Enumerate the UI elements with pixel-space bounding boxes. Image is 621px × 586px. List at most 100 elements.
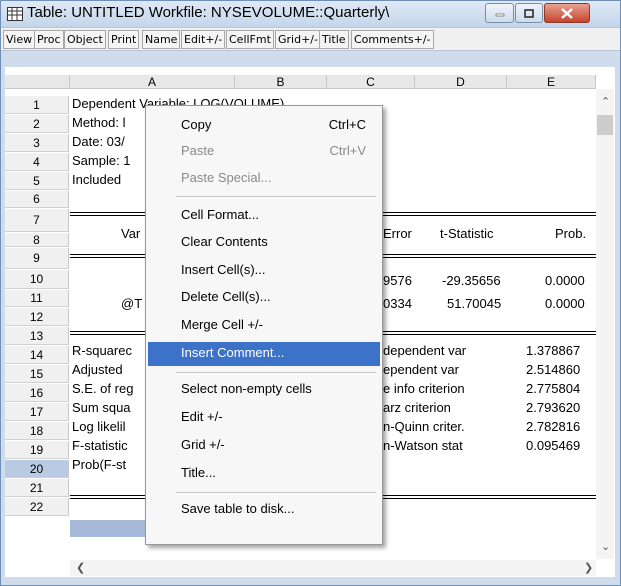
menu-item-insert-comment[interactable]: Insert Comment... xyxy=(148,342,380,366)
column-header-d[interactable]: D xyxy=(415,75,507,89)
row-header[interactable]: 5 xyxy=(5,172,69,190)
comments-button[interactable]: Comments+/- xyxy=(351,30,434,49)
close-button[interactable] xyxy=(544,3,590,23)
scroll-up-icon[interactable]: ⌃ xyxy=(601,95,610,108)
row-header[interactable]: 17 xyxy=(5,403,69,421)
row-header[interactable]: 10 xyxy=(5,270,69,289)
cell-c10[interactable]: 0334 xyxy=(383,295,412,313)
row-header[interactable]: 13 xyxy=(5,327,69,345)
menu-item-title[interactable]: Title... xyxy=(148,462,380,486)
cell-a14[interactable]: S.E. of reg xyxy=(72,380,133,398)
row-header[interactable]: 6 xyxy=(5,191,69,208)
row-header[interactable]: 16 xyxy=(5,384,69,402)
cellfmt-button[interactable]: CellFmt xyxy=(226,30,274,49)
name-button[interactable]: Name xyxy=(142,30,181,49)
column-header-e[interactable]: E xyxy=(507,75,596,89)
cell-e10[interactable]: 0.0000 xyxy=(545,295,585,313)
cell-a4[interactable]: Sample: 1 xyxy=(72,152,131,170)
cell-e15[interactable]: 2.793620 xyxy=(526,399,580,417)
row-header[interactable]: 8 xyxy=(5,233,69,247)
cell-d9[interactable]: -29.35656 xyxy=(442,272,501,290)
minimize-icon xyxy=(495,13,504,17)
view-button[interactable]: View xyxy=(3,30,36,49)
menu-item-select-non-empty[interactable]: Select non-empty cells xyxy=(148,378,380,402)
menu-item-insert-cells[interactable]: Insert Cell(s)... xyxy=(148,259,380,283)
menu-item-paste-special[interactable]: Paste Special... xyxy=(148,167,380,191)
menu-item-edit[interactable]: Edit +/- xyxy=(148,406,380,430)
row-header[interactable]: 4 xyxy=(5,153,69,171)
title-button[interactable]: Title xyxy=(319,30,349,49)
menu-item-delete-cells[interactable]: Delete Cell(s)... xyxy=(148,286,380,310)
row-header[interactable]: 19 xyxy=(5,441,69,459)
edit-button[interactable]: Edit+/- xyxy=(181,30,226,49)
cell-a10[interactable]: @T xyxy=(121,295,142,313)
cell-e9[interactable]: 0.0000 xyxy=(545,272,585,290)
menu-item-clear-contents[interactable]: Clear Contents xyxy=(148,231,380,255)
menu-item-paste[interactable]: Paste Ctrl+V xyxy=(148,140,380,164)
horizontal-scrollbar[interactable] xyxy=(70,560,596,576)
row-header-selected[interactable]: 20 xyxy=(5,460,69,478)
row-header[interactable]: 3 xyxy=(5,134,69,152)
cell-c7[interactable]: Error xyxy=(383,225,412,243)
column-header-c[interactable]: C xyxy=(327,75,415,89)
cell-a15[interactable]: Sum squa xyxy=(72,399,131,417)
cell-e12[interactable]: 1.378867 xyxy=(526,342,580,360)
cell-e14[interactable]: 2.775804 xyxy=(526,380,580,398)
menu-item-merge-cell[interactable]: Merge Cell +/- xyxy=(148,314,380,338)
cell-d16[interactable]: n-Quinn criter. xyxy=(383,418,465,436)
row-header[interactable]: 21 xyxy=(5,479,69,497)
cell-a18[interactable]: Prob(F-st xyxy=(72,456,126,474)
title-bar[interactable]: Table: UNTITLED Workfile: NYSEVOLUME::Qu… xyxy=(1,1,620,27)
scroll-left-icon[interactable]: ❮ xyxy=(76,561,85,574)
cell-a16[interactable]: Log likelil xyxy=(72,418,125,436)
row-header[interactable]: 9 xyxy=(5,248,69,269)
maximize-button[interactable] xyxy=(515,3,543,23)
column-header-b[interactable]: B xyxy=(235,75,327,89)
cell-e13[interactable]: 2.514860 xyxy=(526,361,580,379)
menu-item-copy[interactable]: Copy Ctrl+C xyxy=(148,114,380,138)
minimize-button[interactable] xyxy=(485,3,514,23)
cell-e7[interactable]: Prob. xyxy=(555,225,586,243)
cell-d17[interactable]: n-Watson stat xyxy=(383,437,463,455)
grid-button[interactable]: Grid+/- xyxy=(275,30,321,49)
column-header-a[interactable]: A xyxy=(70,75,235,89)
cell-e16[interactable]: 2.782816 xyxy=(526,418,580,436)
proc-button[interactable]: Proc xyxy=(34,30,64,49)
cell-a2[interactable]: Method: l xyxy=(72,114,125,132)
row-header[interactable]: 2 xyxy=(5,115,69,133)
row-header[interactable]: 1 xyxy=(5,96,69,114)
scroll-right-icon[interactable]: ❯ xyxy=(584,561,593,574)
cell-d13[interactable]: ependent var xyxy=(383,361,459,379)
cell-c9[interactable]: 9576 xyxy=(383,272,412,290)
cell-a13[interactable]: Adjusted xyxy=(72,361,123,379)
row-header[interactable]: 15 xyxy=(5,365,69,383)
cell-e17[interactable]: 0.095469 xyxy=(526,437,580,455)
row-header[interactable]: 14 xyxy=(5,346,69,364)
cell-d10[interactable]: 51.70045 xyxy=(447,295,501,313)
cell-d15[interactable]: arz criterion xyxy=(383,399,451,417)
row-header[interactable]: 12 xyxy=(5,308,69,326)
row-header[interactable]: 11 xyxy=(5,290,69,307)
cell-a5[interactable]: Included xyxy=(72,171,121,189)
cell-d7[interactable]: t-Statistic xyxy=(440,225,493,243)
cell-a12[interactable]: R-squarec xyxy=(72,342,132,360)
cell-d14[interactable]: e info criterion xyxy=(383,380,465,398)
print-button[interactable]: Print xyxy=(108,30,140,49)
vertical-scroll-thumb[interactable] xyxy=(597,115,613,135)
cell-d12[interactable]: dependent var xyxy=(383,342,466,360)
object-button[interactable]: Object xyxy=(64,30,106,49)
maximize-icon xyxy=(524,8,534,18)
menu-item-grid[interactable]: Grid +/- xyxy=(148,434,380,458)
menu-item-label: Delete Cell(s)... xyxy=(181,289,271,304)
cell-a3[interactable]: Date: 03/ xyxy=(72,133,125,151)
corner-header[interactable] xyxy=(5,75,70,89)
vertical-scrollbar[interactable] xyxy=(596,89,614,559)
cell-a7[interactable]: Var xyxy=(121,225,140,243)
row-header[interactable]: 7 xyxy=(5,209,69,232)
cell-a17[interactable]: F-statistic xyxy=(72,437,128,455)
menu-item-save-table[interactable]: Save table to disk... xyxy=(148,498,380,522)
scroll-down-icon[interactable]: ⌄ xyxy=(601,540,610,553)
menu-item-cell-format[interactable]: Cell Format... xyxy=(148,204,380,228)
row-header[interactable]: 18 xyxy=(5,422,69,440)
row-header[interactable]: 22 xyxy=(5,498,69,516)
